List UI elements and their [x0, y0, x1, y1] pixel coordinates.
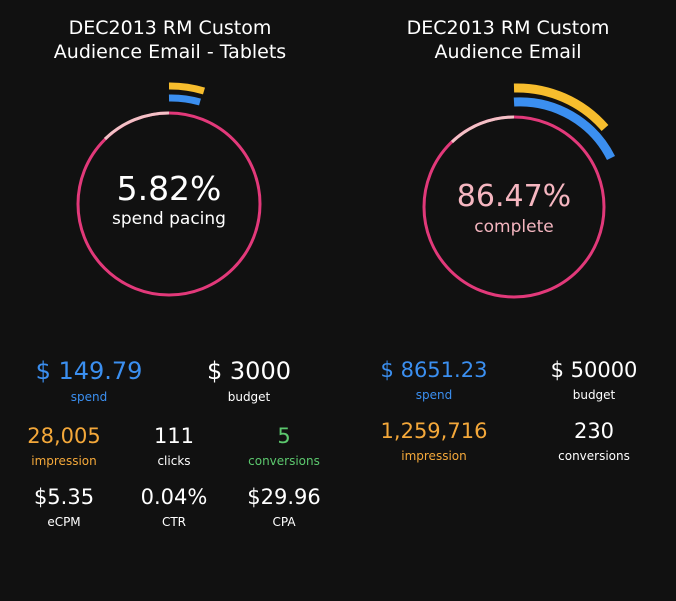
- spend-stat: $ 149.79 spend: [19, 357, 159, 405]
- complete-value: 86.47%: [456, 179, 572, 214]
- spend-stat: $ 8651.23 spend: [364, 357, 504, 403]
- conversions-label: conversions: [248, 454, 320, 468]
- conversions-stat: 230 conversions: [524, 418, 664, 464]
- yellow-progress-arc: [168, 82, 206, 95]
- spend-pacing-value: 5.82%: [116, 169, 222, 208]
- budget-stat: $ 50000 budget: [524, 357, 664, 403]
- gauge-center: 5.82% spend pacing: [69, 170, 269, 230]
- gauge-center: 86.47% complete: [414, 178, 614, 238]
- cpa-stat: $29.96 CPA: [214, 484, 354, 530]
- budget-stat: $ 3000 budget: [179, 357, 319, 405]
- budget-label: budget: [227, 390, 271, 404]
- spend-value: $ 8651.23: [380, 358, 488, 382]
- budget-value: $ 50000: [550, 358, 638, 382]
- complete-label: complete: [474, 217, 554, 237]
- spend-value: $ 149.79: [35, 357, 143, 385]
- cpa-label: CPA: [272, 515, 296, 529]
- spend-label: spend: [70, 390, 108, 404]
- budget-value: $ 3000: [207, 357, 291, 385]
- spend-pacing-label: spend pacing: [112, 209, 226, 229]
- spend-pacing-gauge: [76, 82, 262, 297]
- conversions-stat: 5 conversions: [214, 423, 354, 469]
- gauge-ring-highlight: [450, 115, 515, 144]
- gauge-ring-highlight: [103, 111, 170, 141]
- impression-value: 1,259,716: [380, 419, 488, 443]
- conversions-value: 230: [573, 419, 615, 443]
- completion-gauge: [422, 83, 616, 299]
- budget-label: budget: [572, 388, 616, 402]
- blue-progress-arc: [168, 94, 201, 106]
- conversions-value: 5: [277, 424, 291, 448]
- impression-label: impression: [401, 449, 467, 463]
- spend-label: spend: [415, 388, 453, 402]
- impression-stat: 1,259,716 impression: [364, 418, 504, 464]
- conversions-label: conversions: [558, 449, 630, 463]
- cpa-value: $29.96: [247, 485, 321, 509]
